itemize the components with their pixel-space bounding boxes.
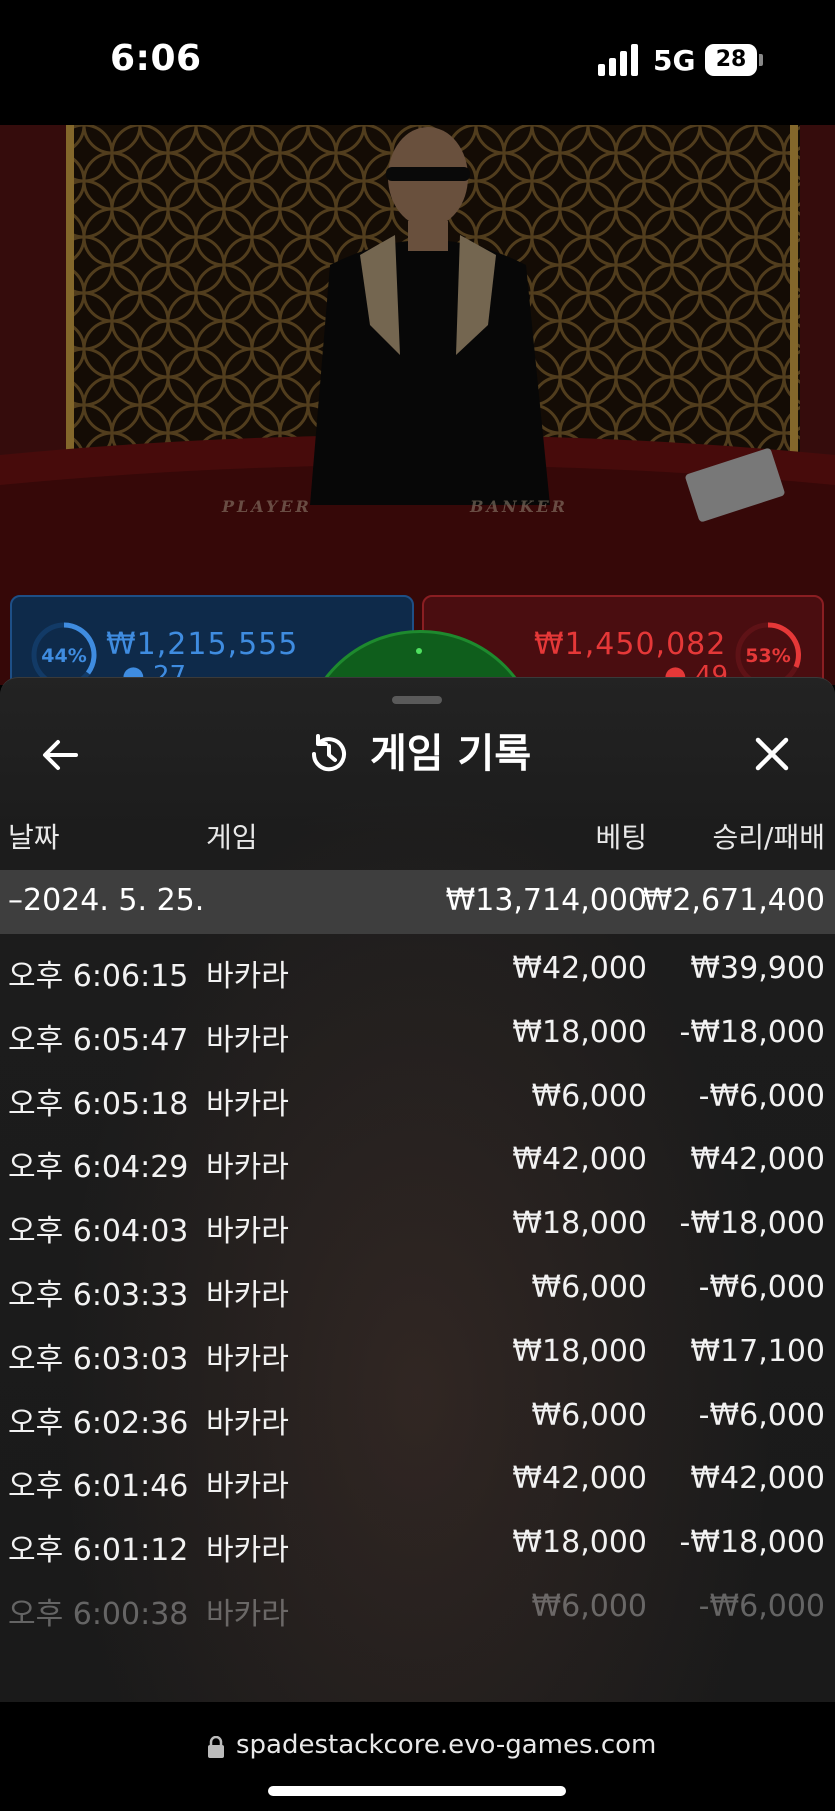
column-header-date[interactable]: 날짜 — [8, 816, 60, 856]
row-time: 오후 6:00:38 — [8, 1596, 189, 1632]
row-bet: ₩6,000 — [531, 1588, 647, 1624]
row-result: -₩18,000 — [679, 1014, 825, 1050]
row-game: 바카라 — [206, 1533, 289, 1569]
row-game: 바카라 — [206, 959, 289, 994]
battery-icon: 28 — [705, 44, 763, 76]
browser-url-bar[interactable]: spadestackcore.evo-games.com — [0, 1702, 835, 1811]
game-history-sheet: 게임 기록 날짜 게임 베팅 승리/패배 –2024. 5. 25. ₩13,7… — [0, 677, 835, 1703]
row-result: -₩18,000 — [679, 1525, 825, 1561]
row-game: 바카라 — [206, 1277, 289, 1313]
history-row[interactable]: 오후 6:03:33 바카라 ₩6,000 -₩6,000 — [0, 1253, 835, 1317]
summary-date: –2024. 5. 25. — [8, 883, 205, 918]
history-row[interactable]: 오후 6:06:15 바카라 ₩42,000 ₩39,900 — [0, 934, 835, 998]
history-rows: 오후 6:06:15 바카라 ₩42,000 ₩39,900 오후 6:05:4… — [0, 934, 835, 1636]
row-bet: ₩18,000 — [512, 1014, 647, 1050]
player-percent: 44% — [41, 645, 87, 667]
row-game: 바카라 — [206, 1086, 289, 1122]
row-result: -₩6,000 — [698, 1078, 825, 1114]
row-time: 오후 6:06:15 — [8, 959, 189, 994]
row-game: 바카라 — [206, 1405, 289, 1441]
cellular-signal-icon — [598, 44, 638, 76]
row-result: ₩17,100 — [690, 1333, 825, 1369]
history-icon — [311, 734, 346, 772]
banker-bet-amount: ₩1,450,082 — [534, 627, 727, 662]
history-row[interactable]: 오후 6:04:29 바카라 ₩42,000 ₩42,000 — [0, 1125, 835, 1189]
row-game: 바카라 — [206, 1214, 289, 1250]
history-row[interactable]: 오후 6:05:18 바카라 ₩6,000 -₩6,000 — [0, 1062, 835, 1126]
row-result: -₩6,000 — [698, 1588, 825, 1624]
row-time: 오후 6:05:18 — [8, 1086, 189, 1122]
history-row[interactable]: 오후 6:05:47 바카라 ₩18,000 -₩18,000 — [0, 998, 835, 1062]
row-time: 오후 6:05:47 — [8, 1022, 189, 1058]
summary-result-total: ₩2,671,400 — [642, 883, 825, 918]
row-bet: ₩42,000 — [512, 951, 647, 986]
row-game: 바카라 — [206, 1469, 289, 1505]
history-row[interactable]: 오후 6:01:12 바카라 ₩18,000 -₩18,000 — [0, 1508, 835, 1572]
row-result: ₩42,000 — [690, 1142, 825, 1178]
row-game: 바카라 — [206, 1341, 289, 1377]
summary-bet-total: ₩13,714,000 — [445, 883, 647, 918]
history-row[interactable]: 오후 6:00:38 바카라 ₩6,000 -₩6,000 — [0, 1572, 835, 1636]
row-result: -₩6,000 — [698, 1269, 825, 1305]
column-header-result[interactable]: 승리/패배 — [713, 816, 825, 856]
row-bet: ₩6,000 — [531, 1269, 647, 1305]
sheet-drag-handle[interactable] — [392, 696, 442, 704]
player-bet-amount: ₩1,215,555 — [106, 627, 299, 662]
row-bet: ₩42,000 — [512, 1142, 647, 1178]
sheet-title: 게임 기록 — [370, 731, 532, 777]
row-result: ₩39,900 — [690, 951, 825, 986]
row-game: 바카라 — [206, 1596, 289, 1632]
history-row[interactable]: 오후 6:01:46 바카라 ₩42,000 ₩42,000 — [0, 1444, 835, 1508]
back-arrow-icon[interactable] — [36, 730, 86, 780]
row-game: 바카라 — [206, 1150, 289, 1186]
status-time: 6:06 — [110, 38, 202, 79]
close-icon[interactable] — [748, 730, 796, 778]
lock-icon — [208, 1736, 224, 1758]
row-time: 오후 6:04:03 — [8, 1214, 189, 1250]
row-bet: ₩18,000 — [512, 1206, 647, 1242]
column-header-bet[interactable]: 베팅 — [595, 816, 647, 856]
history-row[interactable]: 오후 6:04:03 바카라 ₩18,000 -₩18,000 — [0, 1189, 835, 1253]
column-header-game[interactable]: 게임 — [206, 816, 258, 856]
row-result: -₩6,000 — [698, 1397, 825, 1433]
row-bet: ₩42,000 — [512, 1461, 647, 1497]
network-type: 5G — [653, 44, 696, 77]
row-result: -₩18,000 — [679, 1206, 825, 1242]
row-result: ₩42,000 — [690, 1461, 825, 1497]
row-time: 오후 6:02:36 — [8, 1405, 189, 1441]
battery-level: 28 — [705, 44, 757, 76]
row-time: 오후 6:03:33 — [8, 1277, 189, 1313]
row-time: 오후 6:01:12 — [8, 1533, 189, 1569]
battery-cap — [759, 54, 763, 66]
home-indicator[interactable] — [268, 1786, 566, 1796]
row-time: 오후 6:04:29 — [8, 1150, 189, 1186]
history-row[interactable]: 오후 6:02:36 바카라 ₩6,000 -₩6,000 — [0, 1381, 835, 1445]
url-text[interactable]: spadestackcore.evo-games.com — [236, 1730, 656, 1760]
history-row[interactable]: 오후 6:03:03 바카라 ₩18,000 ₩17,100 — [0, 1317, 835, 1381]
row-time: 오후 6:01:46 — [8, 1469, 189, 1505]
row-bet: ₩18,000 — [512, 1333, 647, 1369]
history-table-header: 날짜 게임 베팅 승리/패배 — [0, 808, 835, 858]
banker-percent: 53% — [745, 645, 791, 667]
row-time: 오후 6:03:03 — [8, 1341, 189, 1377]
row-bet: ₩6,000 — [531, 1078, 647, 1114]
row-game: 바카라 — [206, 1022, 289, 1058]
date-summary-row[interactable]: –2024. 5. 25. ₩13,714,000 ₩2,671,400 — [0, 870, 835, 934]
row-bet: ₩18,000 — [512, 1525, 647, 1561]
row-bet: ₩6,000 — [531, 1397, 647, 1433]
status-bar: 6:06 5G 28 — [0, 0, 835, 125]
tie-indicator-dot — [416, 648, 422, 654]
